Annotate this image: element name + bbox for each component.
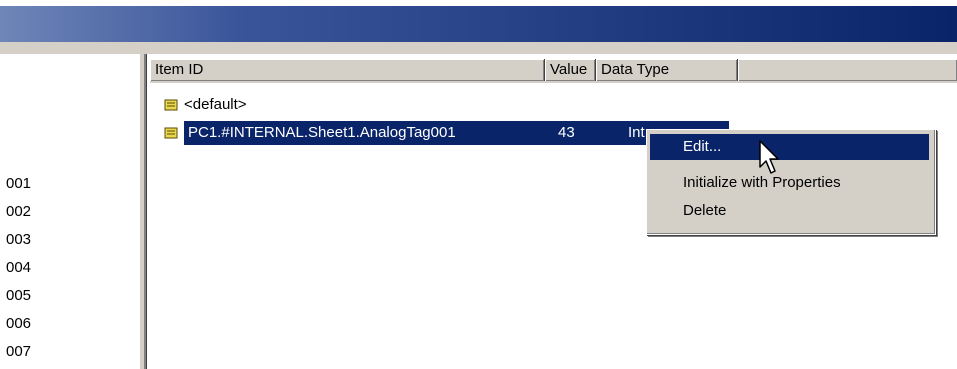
column-header-value[interactable]: Value [545, 59, 596, 81]
menu-item-edit[interactable]: Edit... [650, 134, 929, 160]
tree-item[interactable]: 004 [6, 258, 31, 278]
tree-item[interactable]: 002 [6, 202, 31, 222]
item-id-cell: <default> [184, 96, 247, 113]
mouse-pointer-icon [759, 140, 779, 174]
list-header: Item ID Value Data Type [150, 59, 957, 83]
tag-scroll-icon [164, 99, 178, 111]
tree-item[interactable]: 006 [6, 314, 31, 334]
toolbar-strip [0, 42, 957, 54]
tree-item[interactable]: 005 [6, 286, 31, 306]
tag-scroll-icon [164, 127, 178, 139]
list-row[interactable]: <default> [162, 94, 722, 116]
menu-item-initialize-with-properties[interactable]: Initialize with Properties [650, 170, 929, 196]
tree-item[interactable]: 003 [6, 230, 31, 250]
list-row-selected[interactable]: PC1.#INTERNAL.Sheet1.AnalogTag001 43 Int [162, 122, 729, 144]
column-header-filler [738, 59, 957, 81]
item-id-cell: PC1.#INTERNAL.Sheet1.AnalogTag001 [188, 124, 456, 141]
column-header-item-id[interactable]: Item ID [150, 59, 545, 81]
tree-item[interactable]: 001 [6, 174, 31, 194]
value-cell: 43 [558, 124, 575, 141]
menu-item-delete[interactable]: Delete [650, 198, 929, 224]
context-menu: Edit... Initialize with Properties Delet… [646, 129, 936, 235]
title-bar[interactable] [0, 6, 957, 42]
tree-item[interactable]: 007 [6, 342, 31, 362]
column-header-data-type[interactable]: Data Type [596, 59, 738, 81]
tree-pane[interactable]: 001 002 003 004 005 006 007 [0, 54, 140, 369]
data-type-cell: Int [628, 124, 645, 141]
